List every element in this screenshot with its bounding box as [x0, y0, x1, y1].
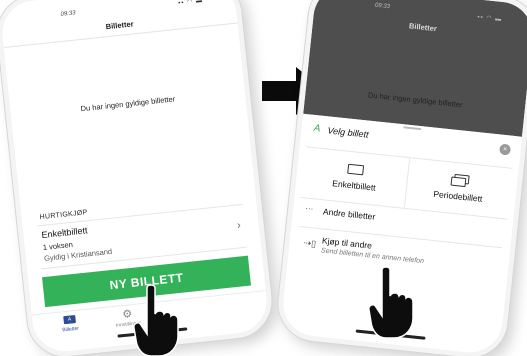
quick-buy-passenger: 1 voksen [42, 239, 74, 252]
status-time: 09:33 [374, 2, 391, 11]
pointing-hand-icon [368, 266, 414, 338]
pointing-hand-icon [133, 284, 179, 356]
quick-buy-heading: HURTIGKJØP [39, 209, 88, 222]
period-ticket-option[interactable]: Periodebillett [403, 158, 513, 219]
single-ticket-option[interactable]: Enkeltbillett [300, 147, 409, 208]
nav-item-label: Billetter [62, 325, 80, 334]
empty-state-message: Du har ingen gyldige billetter [367, 90, 464, 110]
close-icon[interactable]: × [499, 143, 512, 156]
ticket-icon: A [63, 315, 76, 325]
single-ticket-icon [347, 163, 365, 176]
quick-buy-ticket-title: Enkeltbillett [41, 225, 88, 241]
status-icons: ▪▪ ◠ ▬ [477, 14, 503, 24]
empty-state-message: Du har ingen gyldige billetter [80, 94, 176, 114]
period-ticket-label: Periodebillett [432, 188, 483, 204]
nav-item-billetter[interactable]: A Billetter [44, 313, 96, 335]
chevron-right-icon: › [236, 219, 242, 232]
more-icon: ··· [304, 203, 314, 214]
status-icons: ▪▪ ◠ ▬ [178, 0, 204, 7]
other-tickets-label: Andre billetter [322, 206, 376, 222]
status-time: 09:33 [60, 10, 76, 18]
single-ticket-label: Enkeltbillett [331, 178, 377, 193]
sheet-grabber[interactable] [403, 126, 422, 131]
buy-for-others-subtitle: Send billetten til en annen telefon [320, 247, 425, 266]
sheet-title: Velg billett [327, 125, 370, 140]
send-to-phone-icon: ⇢▯ [303, 237, 317, 249]
period-ticket-icon [450, 173, 470, 188]
brand-logo-icon: A [313, 122, 321, 135]
dimmed-background: 09:33 ▪▪ ◠ ▬ Billetter Du har ingen gyld… [303, 0, 527, 137]
